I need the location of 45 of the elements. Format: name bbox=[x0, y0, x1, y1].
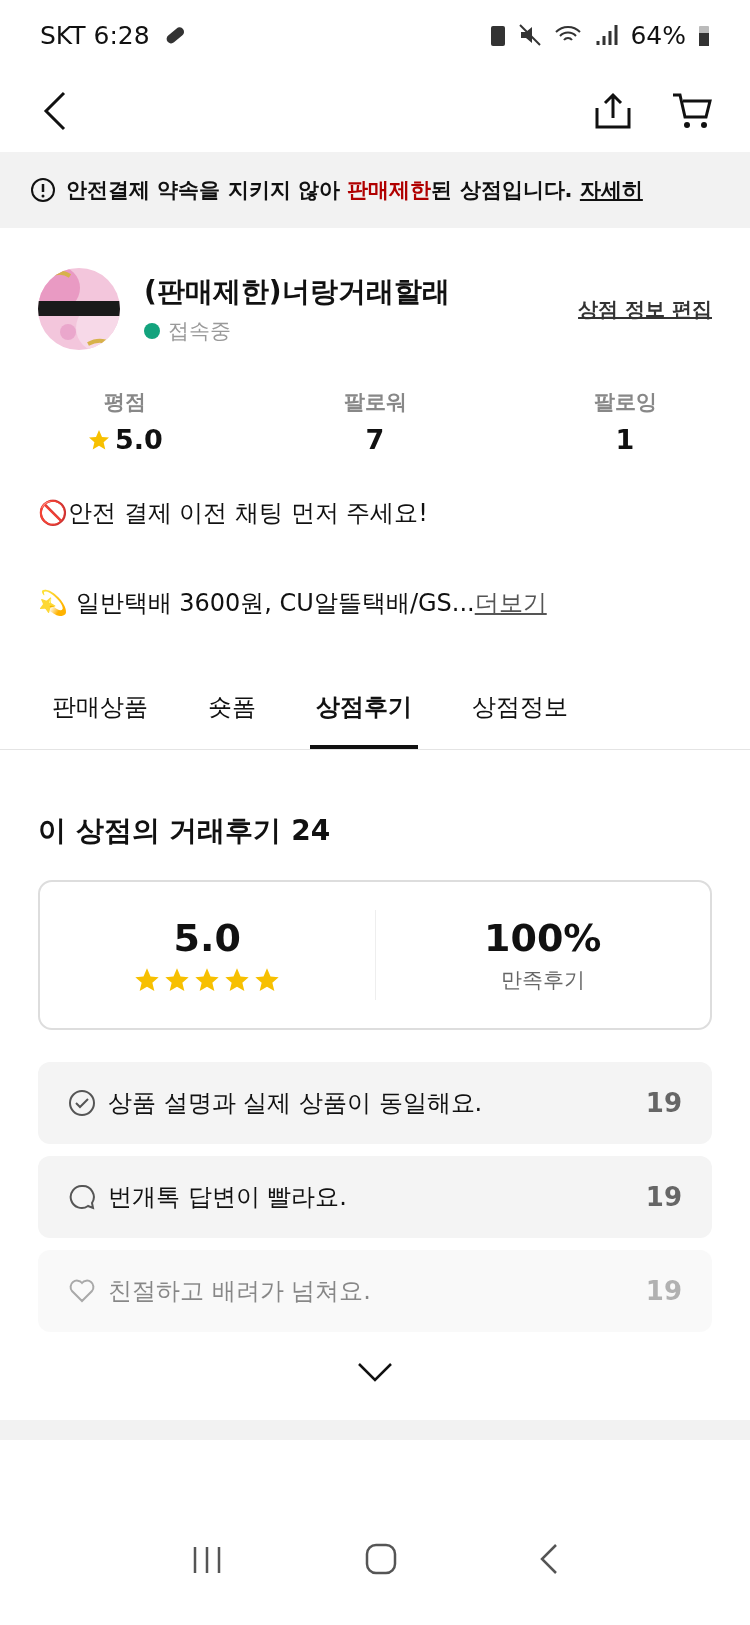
carrier-time: SKT 6:28 bbox=[40, 20, 150, 50]
tab[interactable]: 상점후기 bbox=[310, 691, 418, 749]
online-status: 접속중 bbox=[168, 318, 231, 345]
stat-value: 7 bbox=[365, 424, 385, 455]
review-tag-text: 친절하고 배려가 넘쳐요. bbox=[108, 1276, 372, 1307]
shop-name: (판매제한)너랑거래할래 bbox=[144, 274, 451, 310]
home-icon[interactable] bbox=[365, 1543, 397, 1575]
recent-apps-icon[interactable] bbox=[191, 1545, 223, 1575]
edit-shop-link[interactable]: 상점 정보 편집 bbox=[578, 295, 712, 323]
notice-text: 안전결제 약속을 지키지 않아 판매제한된 상점입니다. 자세히 bbox=[66, 177, 643, 204]
rating-score: 5.0 bbox=[173, 916, 241, 960]
bio-line: 💫 일반택배 3600원, CU알뜰택배/GS...더보기 bbox=[38, 588, 548, 619]
stat-label: 평점 bbox=[104, 389, 146, 416]
details-link[interactable]: 자세히 bbox=[579, 178, 643, 202]
warning-icon bbox=[30, 177, 56, 203]
check-circle-icon bbox=[68, 1089, 96, 1117]
review-tag-text: 상품 설명과 실제 상품이 동일해요. bbox=[108, 1088, 484, 1119]
signal-icon bbox=[594, 23, 619, 47]
satisfaction-percent: 100% bbox=[484, 916, 602, 960]
review-tag-text: 번개톡 답변이 빨라요. bbox=[108, 1182, 348, 1213]
share-icon[interactable] bbox=[594, 92, 632, 130]
battery-icon bbox=[698, 23, 710, 47]
battery-saver-icon bbox=[490, 23, 507, 47]
cart-icon[interactable] bbox=[672, 92, 712, 130]
stat-label: 팔로잉 bbox=[593, 389, 657, 416]
stat-value: 5.0 bbox=[115, 424, 163, 455]
review-tag-count: 19 bbox=[645, 1088, 682, 1118]
stat-label: 팔로워 bbox=[343, 389, 407, 416]
chevron-down-icon[interactable] bbox=[357, 1362, 393, 1382]
review-tag-count: 19 bbox=[645, 1182, 682, 1212]
back-icon[interactable] bbox=[42, 90, 68, 132]
battery-percent: 64% bbox=[630, 20, 686, 50]
back-icon[interactable] bbox=[539, 1543, 559, 1575]
bio-line: 🚫안전 결제 이전 채팅 먼저 주세요! bbox=[38, 498, 429, 529]
heart-icon bbox=[68, 1277, 96, 1305]
reviews-heading: 이 상점의 거래후기 24 bbox=[37, 813, 332, 849]
mute-icon bbox=[518, 23, 543, 47]
stat-value: 1 bbox=[615, 424, 635, 455]
tab[interactable]: 숏폼 bbox=[202, 691, 262, 749]
chat-bubble-icon bbox=[68, 1183, 96, 1211]
satisfaction-label: 만족후기 bbox=[500, 967, 585, 994]
more-link[interactable]: 더보기 bbox=[474, 589, 547, 617]
review-tag-count: 19 bbox=[645, 1276, 682, 1306]
tab[interactable]: 판매상품 bbox=[46, 691, 154, 749]
tab[interactable]: 상점정보 bbox=[466, 691, 574, 749]
